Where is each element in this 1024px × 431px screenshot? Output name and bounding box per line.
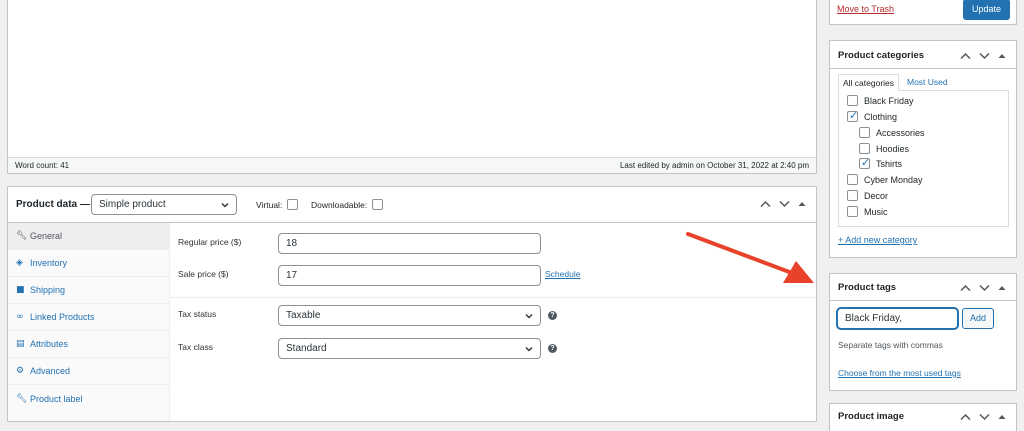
category-item[interactable]: Music: [847, 206, 888, 217]
schedule-link[interactable]: Schedule: [545, 269, 580, 279]
product-data-header: Product data — Simple product Virtual: D…: [8, 187, 816, 223]
update-button[interactable]: Update: [963, 0, 1010, 20]
category-item[interactable]: Black Friday: [847, 95, 914, 106]
product-data-panel: Product data — Simple product Virtual: D…: [7, 186, 817, 422]
tags-hint: Separate tags with commas: [838, 340, 943, 350]
truck-icon: ■: [16, 285, 25, 295]
move-down-icon[interactable]: [979, 284, 990, 292]
regular-price-label: Regular price ($): [178, 237, 242, 247]
move-to-trash-link[interactable]: Move to Trash: [837, 4, 894, 14]
help-icon[interactable]: ?: [548, 344, 557, 353]
product-data-title: Product data —: [16, 199, 90, 210]
list-icon: ▤: [16, 339, 25, 349]
gear-icon: ⚙: [16, 366, 25, 376]
sale-price-input[interactable]: 17: [278, 265, 541, 286]
tags-header-divider: [830, 300, 1016, 301]
virtual-checkbox[interactable]: [287, 199, 298, 210]
tax-status-label: Tax status: [178, 309, 217, 319]
category-checkbox[interactable]: [859, 127, 870, 138]
category-item[interactable]: Clothing: [847, 109, 897, 122]
tab-general[interactable]: 🔧︎ General: [8, 223, 169, 250]
chevron-down-icon: [524, 344, 534, 357]
regular-price-input[interactable]: 18: [278, 233, 541, 254]
tab-product-label[interactable]: 🔧︎ Product label: [8, 385, 169, 412]
category-checkbox[interactable]: [859, 156, 870, 169]
chevron-down-icon: [220, 200, 230, 213]
tag-icon: ◈: [16, 258, 23, 268]
category-checkbox[interactable]: [847, 206, 858, 217]
tab-most-used[interactable]: Most Used: [907, 77, 948, 87]
tab-linked-products[interactable]: ∞ Linked Products: [8, 304, 169, 331]
move-up-icon[interactable]: [960, 52, 971, 60]
categories-title: Product categories: [838, 50, 925, 61]
product-type-select[interactable]: Simple product: [91, 194, 237, 215]
move-down-icon[interactable]: [979, 52, 990, 60]
tab-shipping[interactable]: ■ Shipping: [8, 277, 169, 304]
last-edited: Last edited by admin on October 31, 2022…: [619, 161, 809, 170]
chevron-down-icon: [524, 311, 534, 324]
tax-class-label: Tax class: [178, 342, 213, 352]
tag-input[interactable]: Black Friday,: [837, 308, 958, 329]
collapse-icon[interactable]: [798, 201, 806, 207]
category-item[interactable]: Accessories: [859, 127, 925, 138]
annotation-arrow: [686, 232, 814, 283]
categories-header-divider: [830, 68, 1016, 69]
product-tags-box: Product tags Black Friday, Add Separate …: [829, 273, 1017, 391]
add-tag-button[interactable]: Add: [962, 308, 994, 329]
add-new-category-link[interactable]: + Add new category: [838, 235, 917, 245]
wrench-icon: 🔧︎: [16, 231, 28, 241]
product-categories-box: Product categories All categories Most U…: [829, 40, 1017, 258]
tab-advanced[interactable]: ⚙ Advanced: [8, 358, 169, 385]
category-checkbox[interactable]: [847, 109, 858, 122]
category-item[interactable]: Tshirts: [859, 156, 902, 169]
word-count: Word count: 41: [15, 161, 70, 170]
help-icon[interactable]: ?: [548, 311, 557, 320]
categories-checklist: Black Friday Clothing Accessories Hoodie…: [838, 90, 1009, 227]
product-image-box: Product image: [829, 403, 1017, 431]
collapse-icon[interactable]: [998, 285, 1006, 291]
most-used-tags-link[interactable]: Choose from the most used tags: [838, 368, 961, 378]
tab-inventory[interactable]: ◈ Inventory: [8, 250, 169, 277]
move-up-icon[interactable]: [760, 200, 771, 208]
downloadable-label: Downloadable:: [311, 200, 368, 210]
tab-all-categories[interactable]: All categories: [838, 74, 900, 91]
category-item[interactable]: Cyber Monday: [847, 174, 923, 185]
link-icon: ∞: [16, 312, 24, 322]
editor-status-bar: Word count: 41 Last edited by admin on O…: [7, 157, 817, 174]
tax-status-select[interactable]: Taxable: [278, 305, 541, 326]
publish-box: Move to Trash Update: [829, 0, 1017, 25]
sale-price-label: Sale price ($): [178, 269, 229, 279]
category-item[interactable]: Hoodies: [859, 143, 909, 154]
tab-attributes[interactable]: ▤ Attributes: [8, 331, 169, 358]
product-data-tabs: 🔧︎ General ◈ Inventory ■ Shipping ∞ Linked P…: [8, 223, 170, 421]
move-up-icon[interactable]: [960, 284, 971, 292]
tags-title: Product tags: [838, 282, 897, 293]
virtual-label: Virtual:: [256, 200, 283, 210]
category-checkbox[interactable]: [847, 174, 858, 185]
wrench-icon: 🔧︎: [16, 393, 28, 404]
move-down-icon[interactable]: [779, 200, 790, 208]
category-checkbox[interactable]: [859, 143, 870, 154]
image-title: Product image: [838, 411, 904, 422]
tax-class-select[interactable]: Standard: [278, 338, 541, 359]
divider: [170, 297, 816, 298]
collapse-icon[interactable]: [998, 414, 1006, 420]
category-checkbox[interactable]: [847, 190, 858, 201]
editor-area[interactable]: [7, 0, 817, 158]
move-up-icon[interactable]: [960, 413, 971, 421]
move-down-icon[interactable]: [979, 413, 990, 421]
collapse-icon[interactable]: [998, 53, 1006, 59]
category-item[interactable]: Decor: [847, 190, 888, 201]
downloadable-checkbox[interactable]: [372, 199, 383, 210]
category-checkbox[interactable]: [847, 95, 858, 106]
